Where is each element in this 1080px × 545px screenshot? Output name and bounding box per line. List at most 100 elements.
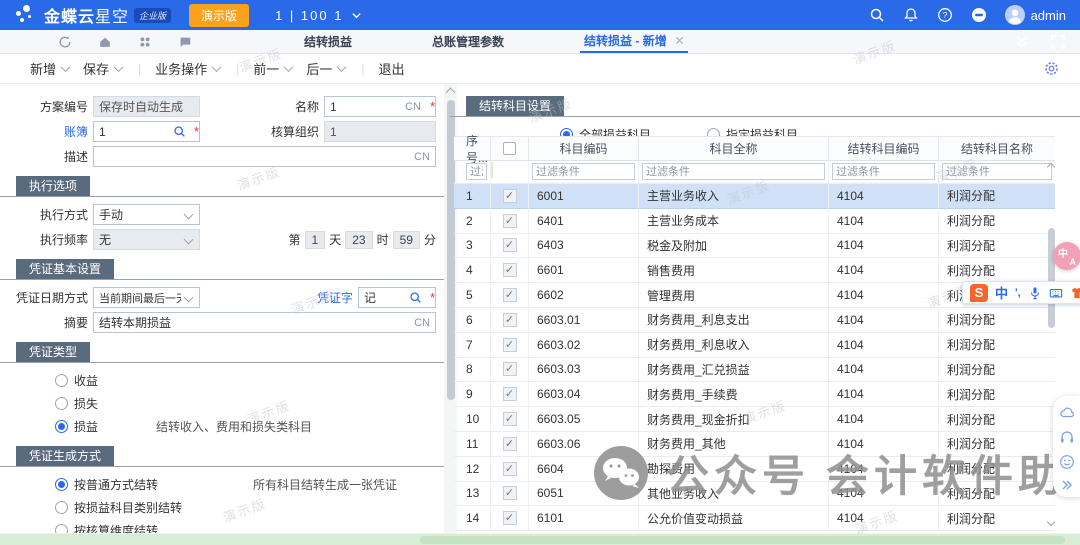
notification-bell-icon[interactable] — [903, 7, 919, 23]
radio-option-normal[interactable]: 按普通方式结转所有科目结转生成一张凭证 — [55, 474, 444, 495]
row-checkbox-cell[interactable]: ✓ — [491, 432, 529, 457]
row-checkbox-cell[interactable]: ✓ — [491, 333, 529, 358]
close-tab-icon[interactable] — [675, 36, 684, 45]
table-row[interactable]: 14✓6101公允价值变动损益4104利润分配 — [454, 506, 1055, 531]
exec-freq-select[interactable]: 无 — [93, 229, 200, 250]
filter-input[interactable] — [942, 163, 1052, 180]
home-icon[interactable] — [98, 35, 112, 49]
table-row[interactable]: 4✓6601销售费用4104利润分配 — [454, 258, 1055, 283]
skin-shop-icon[interactable] — [1070, 286, 1080, 300]
ime-toolbar[interactable]: S 中 ', — [962, 281, 1080, 304]
ime-language-toggle[interactable]: 中 — [995, 283, 1008, 302]
row-checkbox-cell[interactable]: ✓ — [491, 482, 529, 507]
horizontal-scrollbar[interactable] — [0, 533, 1080, 545]
save-button[interactable]: 保存 — [83, 59, 122, 78]
select-all-column-header[interactable] — [491, 137, 529, 160]
voucher-word-field[interactable] — [358, 287, 436, 308]
translate-icon[interactable]: 中 A — [1053, 242, 1080, 270]
new-button[interactable]: 新增 — [30, 59, 69, 78]
do-not-disturb-icon[interactable] — [971, 7, 987, 23]
tab-carryforward-list[interactable]: 结转损益 — [300, 30, 356, 53]
smiley-icon[interactable] — [1059, 454, 1075, 470]
row-checkbox-cell[interactable]: ✓ — [491, 184, 529, 209]
table-row[interactable]: 1✓6001主营业务收入4104利润分配 — [454, 184, 1055, 209]
filter-input[interactable] — [642, 163, 825, 180]
exit-button[interactable]: 退出 — [378, 59, 404, 78]
voucher-word-label-link[interactable]: 凭证字 — [283, 289, 353, 306]
subject-table: 序号...科目编码科目全称结转科目编码结转科目名称 1✓6001主营业务收入41… — [454, 136, 1055, 531]
business-ops-button[interactable]: 业务操作 — [155, 59, 220, 78]
open-tabs: 结转损益 总账管理参数 结转损益 - 新增 — [300, 30, 688, 53]
sogou-logo-icon[interactable]: S — [970, 284, 988, 302]
org-context-selector[interactable]: 1 | 100 1 — [275, 8, 343, 23]
description-field[interactable]: CN — [93, 146, 436, 167]
scrollbar-thumb[interactable] — [1048, 228, 1055, 328]
scroll-down-icon[interactable] — [1047, 518, 1055, 526]
radio-option-income[interactable]: 收益 — [55, 370, 444, 391]
voucher-date-mode-select[interactable]: 当前期间最后一天 — [93, 287, 200, 308]
table-row[interactable]: 8✓6603.03财务费用_汇兑损益4104利润分配 — [454, 358, 1055, 383]
headphones-icon[interactable] — [1059, 429, 1075, 445]
filter-input[interactable] — [532, 163, 635, 180]
apps-grid-icon[interactable] — [138, 35, 152, 49]
scrollbar-thumb[interactable] — [420, 536, 1065, 544]
subject-table-body: 1✓6001主营业务收入4104利润分配2✓6401主营业务成本4104利润分配… — [454, 184, 1055, 531]
message-icon[interactable] — [178, 35, 192, 49]
table-row[interactable]: 7✓6603.02财务费用_利息收入4104利润分配 — [454, 333, 1055, 358]
tab-carryforward-new[interactable]: 结转损益 - 新增 — [580, 30, 688, 53]
settings-gear-icon[interactable] — [1043, 60, 1060, 77]
microphone-icon[interactable] — [1028, 286, 1042, 300]
filter-input[interactable] — [832, 163, 935, 180]
row-checkbox-cell[interactable]: ✓ — [491, 209, 529, 234]
checkbox-icon[interactable] — [503, 142, 516, 155]
book-field[interactable] — [93, 121, 200, 142]
section-gen-mode: 凭证生成方式 — [0, 446, 444, 467]
table-row[interactable]: 12✓6604勘探费用4104利润分配 — [454, 457, 1055, 482]
refresh-icon[interactable] — [58, 35, 72, 49]
locale-suffix: CN — [403, 101, 426, 113]
ime-punctuation-toggle[interactable]: ', — [1015, 287, 1021, 299]
keyboard-icon[interactable] — [1049, 286, 1063, 300]
filter-input[interactable] — [466, 163, 487, 180]
radio-option-pnl[interactable]: 损益结转收入、费用和损失类科目 — [55, 416, 444, 437]
row-checkbox-cell[interactable]: ✓ — [491, 258, 529, 283]
name-field[interactable]: CN — [324, 96, 436, 117]
summary-field[interactable]: CN — [93, 312, 436, 333]
tab-ledger-params[interactable]: 总账管理参数 — [428, 30, 508, 53]
radio-option-by-dimension[interactable]: 按核算维度结转 — [55, 520, 444, 533]
table-row[interactable]: 3✓6403税金及附加4104利润分配 — [454, 234, 1055, 259]
previous-button[interactable]: 前一 — [253, 59, 292, 78]
row-checkbox-cell[interactable]: ✓ — [491, 308, 529, 333]
exec-mode-select[interactable]: 手动 — [93, 204, 200, 225]
radio-option-by-category[interactable]: 按损益科目类别结转 — [55, 497, 444, 518]
help-icon[interactable]: ? — [937, 7, 953, 23]
table-row[interactable]: 2✓6401主营业务成本4104利润分配 — [454, 209, 1055, 234]
row-checkbox-cell[interactable]: ✓ — [491, 457, 529, 482]
table-row[interactable]: 9✓6603.04财务费用_手续费4104利润分配 — [454, 382, 1055, 407]
fullscreen-icon[interactable] — [1050, 34, 1066, 50]
row-checkbox-cell[interactable]: ✓ — [491, 283, 529, 308]
lookup-icon[interactable] — [173, 125, 186, 138]
lookup-icon[interactable] — [409, 291, 422, 304]
cloud-icon[interactable] — [1059, 404, 1075, 420]
table-row[interactable]: 11✓6603.06财务费用_其他4104利润分配 — [454, 432, 1055, 457]
table-row[interactable]: 6✓6603.01财务费用_利息支出4104利润分配 — [454, 308, 1055, 333]
book-label-link[interactable]: 账簿 — [0, 123, 88, 140]
chevron-down-icon[interactable] — [351, 10, 362, 21]
row-checkbox-cell[interactable]: ✓ — [491, 358, 529, 383]
expand-more-icon[interactable] — [1061, 479, 1073, 491]
row-checkbox-cell[interactable]: ✓ — [491, 407, 529, 432]
demo-version-badge[interactable]: 演示版 — [189, 4, 249, 27]
collapse-double-chevron-icon[interactable] — [1014, 34, 1030, 50]
row-checkbox-cell[interactable]: ✓ — [491, 382, 529, 407]
table-row[interactable]: 10✓6603.05财务费用_现金折扣4104利润分配 — [454, 407, 1055, 432]
subject-code-cell: 6603.02 — [529, 333, 639, 358]
table-row[interactable]: 13✓6051其他业务收入4104利润分配 — [454, 482, 1055, 507]
scroll-up-icon[interactable] — [1047, 163, 1055, 171]
row-checkbox-cell[interactable]: ✓ — [491, 506, 529, 531]
row-checkbox-cell[interactable]: ✓ — [491, 234, 529, 259]
search-icon[interactable] — [869, 7, 885, 23]
next-button[interactable]: 后一 — [306, 59, 345, 78]
user-menu[interactable]: admin — [1005, 5, 1066, 25]
radio-option-loss[interactable]: 损失 — [55, 393, 444, 414]
